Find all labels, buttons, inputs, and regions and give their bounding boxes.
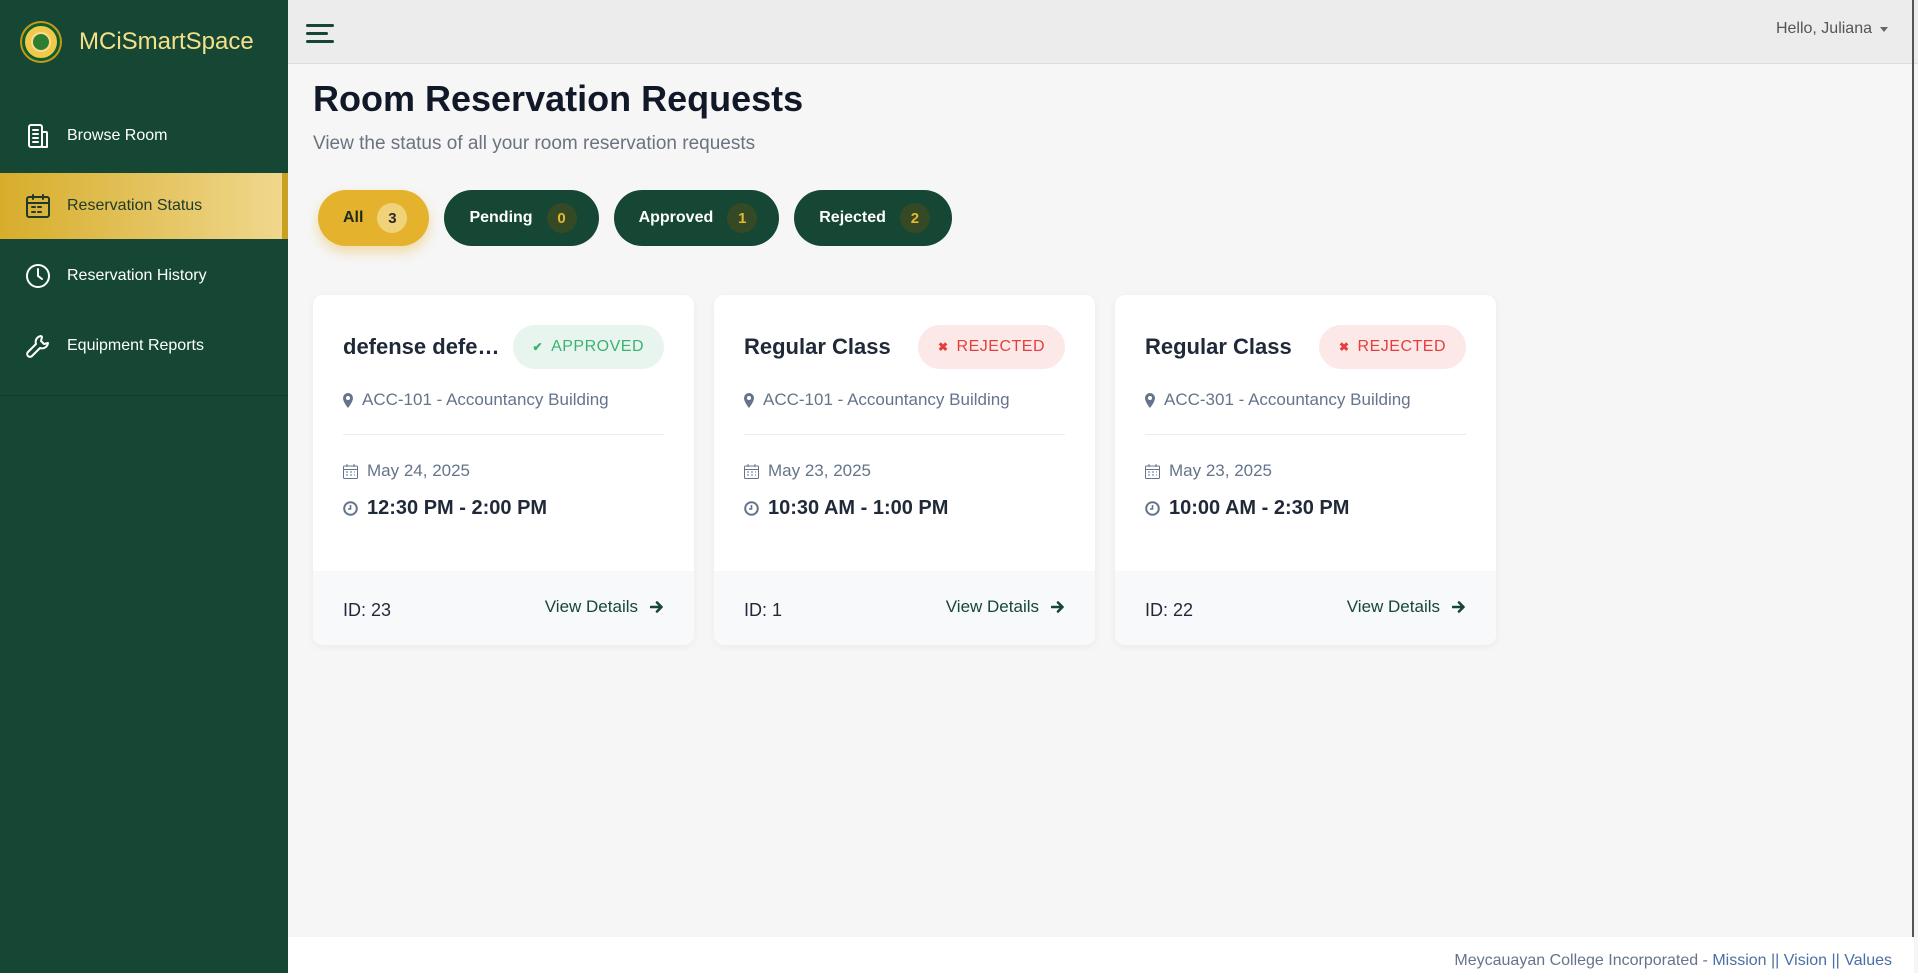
sidebar-item-label: Reservation Status [67, 197, 203, 214]
filter-label: Pending [469, 209, 533, 226]
view-details-link[interactable]: View Details [946, 597, 1065, 617]
page-title: Room Reservation Requests [313, 78, 804, 119]
arrow-right-icon [1051, 601, 1064, 613]
room-location: ACC-101 - Accountancy Building [362, 390, 609, 409]
user-greeting: Hello, Juliana [1775, 20, 1872, 37]
calendar-icon [744, 463, 759, 479]
card-divider [1145, 434, 1466, 435]
reservation-title: Regular Class [1145, 334, 1292, 359]
sidebar-item-label: Equipment Reports [67, 337, 204, 354]
filter-count: 2 [899, 203, 930, 233]
page-subtitle: View the status of all your room reserva… [313, 133, 756, 154]
filter-count: 0 [546, 203, 577, 233]
sidebar-item-browse-room[interactable]: Browse Room [0, 103, 288, 169]
reservation-title: Regular Class [744, 334, 891, 359]
sidebar-item-label: Browse Room [67, 127, 168, 144]
filter-label: Approved [638, 209, 714, 226]
college-logo [22, 23, 60, 61]
view-details-label: View Details [945, 597, 1039, 616]
reservation-time: 10:00 AM - 2:30 PM [1169, 497, 1350, 519]
footer-separator: || [1766, 952, 1784, 969]
footer-text: Meycauayan College Incorporated - Missio… [1454, 952, 1892, 970]
filter-label: All [343, 209, 364, 226]
status-text: REJECTED [956, 338, 1045, 355]
filter-rejected[interactable]: Rejected 2 [794, 190, 952, 246]
view-details-link[interactable]: View Details [545, 597, 664, 617]
chevron-down-icon [1880, 26, 1888, 32]
reservation-card: defense defense ✔ APPROVED ACC-101 - Acc… [313, 295, 694, 645]
building-icon [28, 124, 48, 148]
status-filters: All 3 Pending 0 Approved 1 Rejected 2 [318, 190, 967, 246]
clock-icon [26, 264, 50, 288]
clock-icon [1145, 501, 1160, 516]
view-details-link[interactable]: View Details [1347, 597, 1466, 617]
clock-icon [343, 501, 358, 516]
card-footer: ID: 22 View Details [1115, 571, 1496, 645]
filter-pending[interactable]: Pending 0 [444, 190, 599, 246]
map-pin-icon [1145, 392, 1155, 408]
status-badge: ✖ REJECTED [917, 325, 1065, 369]
sidebar-nav: Browse Room Reservation Status Reservati… [0, 103, 288, 396]
card-divider [343, 434, 664, 435]
reservation-cards: defense defense ✔ APPROVED ACC-101 - Acc… [313, 295, 1516, 645]
map-pin-icon [744, 392, 754, 408]
reservation-time: 12:30 PM - 2:00 PM [367, 497, 548, 519]
main-content: Room Reservation Requests View the statu… [288, 64, 1914, 937]
calendar-icon [1145, 463, 1160, 479]
card-footer: ID: 1 View Details [714, 571, 1095, 645]
reservation-card: Regular Class ✖ REJECTED ACC-301 - Accou… [1115, 295, 1496, 645]
filter-all[interactable]: All 3 [318, 190, 430, 246]
wrench-icon [26, 335, 49, 358]
sidebar-item-label: Reservation History [67, 267, 207, 284]
filter-count: 3 [377, 203, 408, 233]
calendar-icon [26, 194, 50, 218]
filter-approved[interactable]: Approved 1 [613, 190, 780, 246]
check-icon: ✔ [532, 340, 544, 354]
brand[interactable]: MCiSmartSpace [0, 0, 288, 84]
reservation-id: ID: 23 [343, 599, 392, 620]
sidebar-item-reservation-history[interactable]: Reservation History [0, 243, 288, 309]
reservation-id: ID: 1 [744, 599, 783, 620]
user-menu[interactable]: Hello, Juliana [1776, 20, 1888, 38]
reservation-card: Regular Class ✖ REJECTED ACC-101 - Accou… [714, 295, 1095, 645]
filter-label: Rejected [819, 209, 886, 226]
status-text: REJECTED [1357, 338, 1446, 355]
reservation-date: May 23, 2025 [768, 461, 872, 480]
menu-toggle-icon[interactable] [306, 22, 338, 46]
status-badge: ✖ REJECTED [1318, 325, 1466, 369]
reservation-id: ID: 22 [1145, 599, 1194, 620]
x-icon: ✖ [1338, 340, 1350, 354]
page-footer: Meycauayan College Incorporated - Missio… [288, 937, 1914, 973]
footer-separator: || [1827, 952, 1845, 969]
sidebar: MCiSmartSpace Browse Room Reservation St… [0, 0, 288, 973]
view-details-label: View Details [1346, 597, 1440, 616]
calendar-icon [343, 463, 358, 479]
filter-count: 1 [727, 203, 758, 233]
status-text: APPROVED [551, 338, 644, 355]
x-icon: ✖ [937, 340, 949, 354]
arrow-right-icon [1452, 601, 1465, 613]
footer-values-link[interactable]: Values [1844, 952, 1892, 969]
footer-org: Meycauayan College Incorporated - [1454, 952, 1713, 969]
reservation-date: May 24, 2025 [367, 461, 471, 480]
sidebar-item-equipment-reports[interactable]: Equipment Reports [0, 313, 288, 379]
topbar: Hello, Juliana [288, 0, 1918, 64]
reservation-date: May 23, 2025 [1169, 461, 1273, 480]
view-details-label: View Details [544, 597, 638, 616]
footer-mission-link[interactable]: Mission [1712, 952, 1766, 969]
footer-vision-link[interactable]: Vision [1784, 952, 1827, 969]
arrow-right-icon [650, 601, 663, 613]
room-location: ACC-101 - Accountancy Building [763, 390, 1010, 409]
map-pin-icon [343, 392, 353, 408]
card-divider [744, 434, 1065, 435]
brand-name: MCiSmartSpace [79, 28, 254, 55]
sidebar-item-reservation-status[interactable]: Reservation Status [0, 173, 288, 239]
clock-icon [744, 501, 759, 516]
reservation-time: 10:30 AM - 1:00 PM [768, 497, 949, 519]
room-location: ACC-301 - Accountancy Building [1164, 390, 1411, 409]
status-badge: ✔ APPROVED [512, 325, 664, 369]
reservation-title: defense defense [343, 334, 508, 359]
sidebar-divider [0, 395, 288, 396]
card-footer: ID: 23 View Details [313, 571, 694, 645]
